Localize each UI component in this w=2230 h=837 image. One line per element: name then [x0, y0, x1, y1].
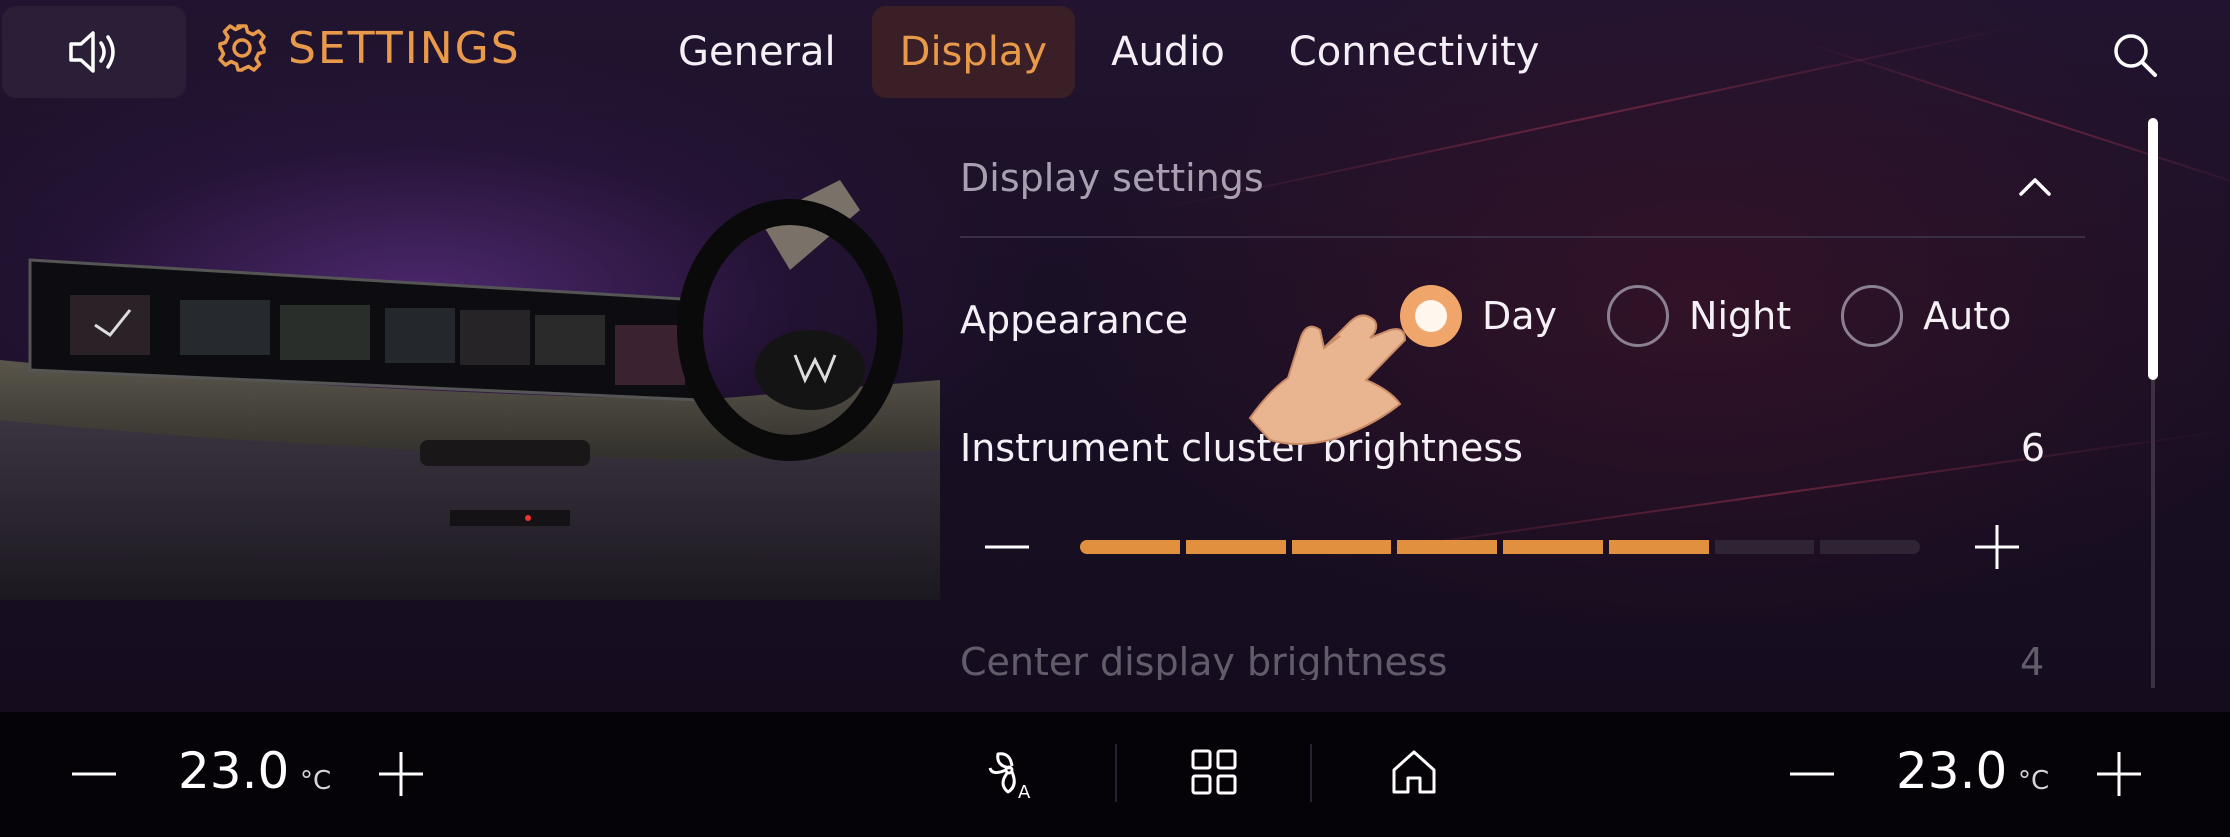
minus-icon	[985, 545, 1029, 549]
left-temp-minus-button[interactable]	[70, 750, 118, 802]
gear-icon	[218, 24, 266, 72]
display-settings-panel: Display settings Appearance Day Night Au…	[960, 120, 2085, 680]
tab-display[interactable]: Display	[871, 6, 1076, 98]
slider-segment	[1185, 540, 1286, 554]
slider-segment	[1714, 540, 1815, 554]
minus-icon	[72, 772, 116, 776]
radio-circle	[1841, 285, 1904, 347]
home-button[interactable]	[1390, 748, 1438, 800]
appearance-options: Day Night Auto	[1400, 276, 2061, 356]
apps-button[interactable]	[1190, 748, 1238, 800]
right-temp-plus-button[interactable]	[2095, 750, 2143, 802]
plus-icon	[1975, 525, 2019, 569]
minus-icon	[1790, 772, 1834, 776]
page-title: SETTINGS	[288, 22, 521, 74]
tab-general[interactable]: General	[650, 6, 864, 98]
speaker-icon	[69, 31, 115, 73]
separator	[1115, 744, 1117, 802]
left-temperature: 23.0	[178, 742, 290, 800]
slider-segment	[1080, 540, 1180, 554]
fan-auto-icon: A	[988, 752, 1031, 803]
search-button[interactable]	[2110, 30, 2160, 80]
climate-bar: 23.0 °C A 23.0 °C	[0, 712, 2230, 837]
radio-label: Day	[1482, 294, 1558, 338]
fan-auto-button[interactable]: A	[988, 746, 1044, 806]
left-temp-plus-button[interactable]	[377, 750, 425, 802]
radio-label: Night	[1689, 294, 1792, 338]
slider-segment	[1820, 540, 1920, 554]
tab-connectivity[interactable]: Connectivity	[1261, 6, 1568, 98]
search-icon	[2114, 34, 2157, 77]
chevron-up-icon	[2019, 178, 2051, 196]
right-temp-minus-button[interactable]	[1788, 750, 1836, 802]
divider	[960, 236, 2085, 238]
cluster-brightness-slider[interactable]	[1080, 540, 1920, 554]
settings-header: SETTINGS	[216, 22, 521, 74]
right-temperature: 23.0	[1896, 742, 2008, 800]
tab-bar: General Display Audio Connectivity	[650, 6, 1575, 98]
scrollbar-thumb[interactable]	[2148, 118, 2158, 380]
screen: SETTINGS General Display Audio Connectiv…	[0, 0, 2230, 712]
plus-icon	[379, 752, 423, 796]
sound-button[interactable]	[2, 6, 186, 98]
radio-label: Auto	[1923, 294, 2012, 338]
slider-segment	[1608, 540, 1709, 554]
center-brightness-label: Center display brightness	[960, 640, 1448, 680]
left-temp-unit: °C	[300, 766, 332, 796]
cluster-brightness-plus-button[interactable]	[1972, 522, 2022, 572]
slider-segment	[1397, 540, 1497, 554]
cluster-brightness-value: 6	[2020, 426, 2045, 470]
home-icon	[1392, 750, 1436, 794]
cluster-brightness-minus-button[interactable]	[982, 522, 1032, 572]
slider-segment	[1503, 540, 1603, 554]
slider-segment	[1291, 540, 1392, 554]
car-interior-image	[0, 160, 940, 600]
separator	[1310, 744, 1312, 802]
apps-grid-icon	[1191, 749, 1237, 795]
center-brightness-value: 4	[2020, 640, 2045, 680]
touch-hand-icon	[1240, 300, 1430, 450]
section-title: Display settings	[960, 156, 1264, 200]
right-temp-unit: °C	[2018, 766, 2050, 796]
svg-text:A: A	[1018, 782, 1031, 802]
radio-circle	[1607, 285, 1670, 347]
appearance-night-radio[interactable]: Night	[1607, 285, 1791, 347]
collapse-button[interactable]	[2015, 170, 2055, 200]
appearance-label: Appearance	[960, 298, 1189, 342]
plus-icon	[2097, 752, 2141, 796]
tab-audio[interactable]: Audio	[1083, 6, 1253, 98]
appearance-auto-radio[interactable]: Auto	[1841, 285, 2011, 347]
